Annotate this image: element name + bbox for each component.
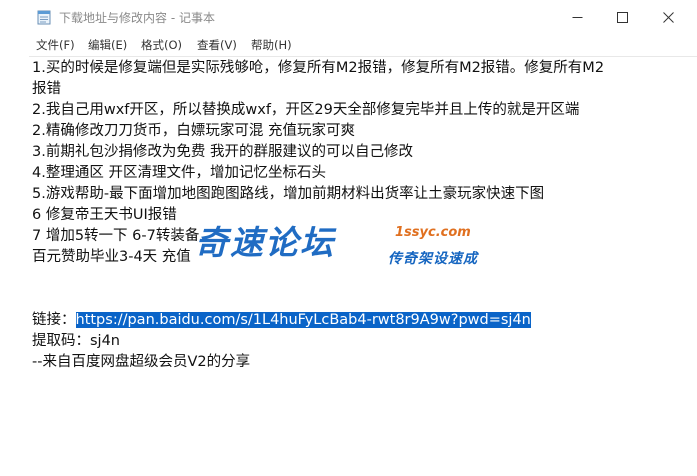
window-left-margin	[0, 56, 29, 475]
text-line: 1.买的时候是修复端但是实际残够呛，修复所有M2报错，修复所有M2报错。修复所有…	[32, 60, 605, 76]
link-line: 链接：https://pan.baidu.com/s/1L4huFyLcBab4…	[32, 310, 531, 331]
maximize-button[interactable]	[599, 0, 645, 34]
watermark-title: 奇速论坛	[195, 223, 335, 262]
link-label: 链接：	[32, 312, 76, 328]
watermark-slogan: 传奇架设速成	[388, 251, 478, 267]
maximize-icon	[616, 11, 628, 23]
menu-bar: 文件(F) 编辑(E) 格式(O) 查看(V) 帮助(H)	[0, 34, 697, 56]
text-line: 7 增加5转一下 6-7转装备	[32, 228, 200, 244]
notepad-icon	[37, 10, 51, 25]
text-line: 4.整理通区 开区清理文件，增加记忆坐标石头	[32, 165, 326, 181]
share-link-selected[interactable]: https://pan.baidu.com/s/1L4huFyLcBab4-rw…	[75, 312, 531, 328]
watermark-domain: 1ssyc.com	[395, 225, 471, 240]
notepad-window: 下载地址与修改内容 - 记事本 文件(F) 编辑(E) 格式(O) 查看(V) …	[0, 0, 697, 476]
close-button[interactable]	[645, 0, 691, 34]
share-source-line: --来自百度网盘超级会员V2的分享	[32, 354, 251, 370]
menu-file[interactable]: 文件(F)	[36, 37, 75, 53]
text-line: 2.精确修改刀刀货币，白嫖玩家可混 充值玩家可爽	[32, 123, 355, 139]
text-line: 6 修复帝王天书UI报错	[32, 207, 177, 223]
close-icon	[662, 11, 674, 23]
window-title: 下载地址与修改内容 - 记事本	[59, 11, 215, 25]
menu-help[interactable]: 帮助(H)	[251, 37, 292, 53]
text-line: 报错	[32, 81, 61, 97]
extraction-code-line: 提取码：sj4n	[32, 333, 120, 349]
text-line: 2.我自己用wxf开区，所以替换成wxf，开区29天全部修复完毕并且上传的就是开…	[32, 102, 580, 118]
text-line: 3.前期礼包沙捐修改为免费 我开的群服建议的可以自己修改	[32, 144, 413, 160]
watermark-logo: 奇速论坛 1ssyc.com 传奇架设速成	[195, 216, 505, 276]
minimize-icon	[572, 16, 582, 18]
title-bar[interactable]: 下载地址与修改内容 - 记事本	[0, 0, 697, 34]
text-line: 百元赞助毕业3-4天 充值	[32, 249, 191, 265]
text-line: 5.游戏帮助-最下面增加地图跑图路线，增加前期材料出货率让土豪玩家快速下图	[32, 186, 545, 202]
menu-format[interactable]: 格式(O)	[141, 37, 182, 53]
menu-edit[interactable]: 编辑(E)	[88, 37, 127, 53]
minimize-button[interactable]	[554, 0, 600, 34]
menu-view[interactable]: 查看(V)	[197, 37, 237, 53]
